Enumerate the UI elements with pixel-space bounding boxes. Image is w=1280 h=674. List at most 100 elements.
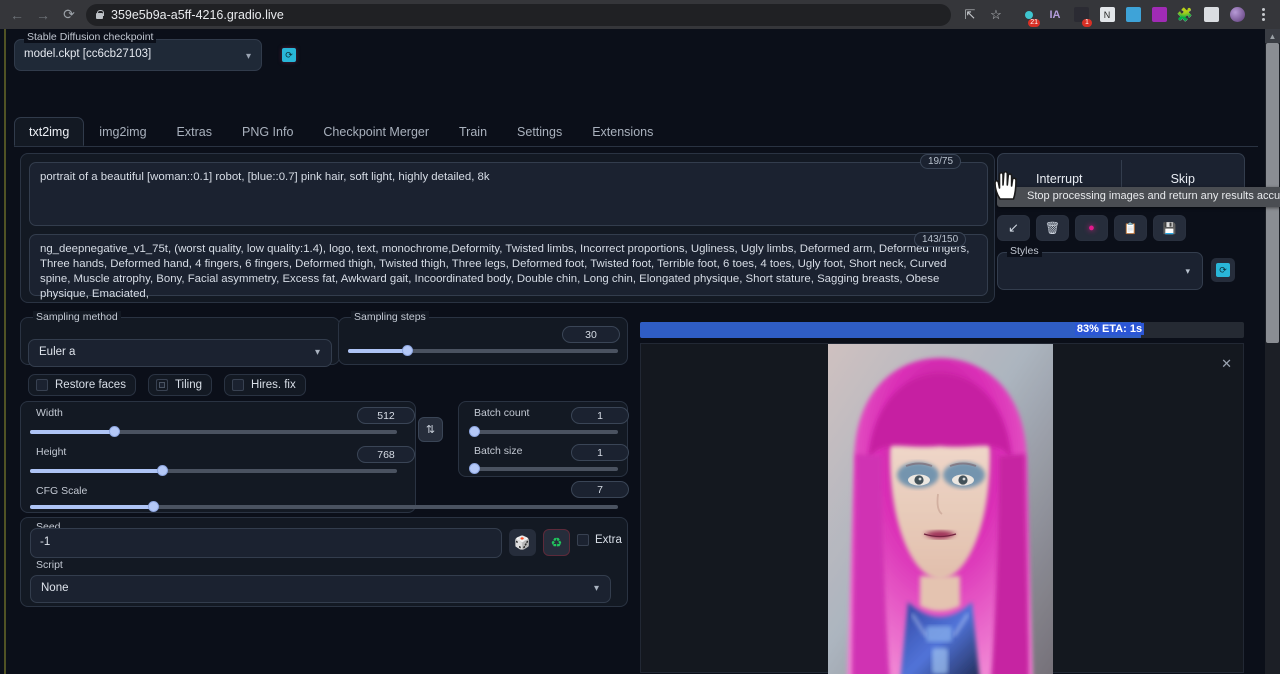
tab-checkpoint-merger[interactable]: Checkpoint Merger — [308, 117, 444, 146]
styles-label: Styles — [1007, 245, 1042, 257]
extra-networks-button[interactable]: ● — [1075, 215, 1108, 241]
checkbox-icon[interactable] — [36, 379, 48, 391]
refresh-icon[interactable]: ⟳ — [282, 48, 296, 62]
tabs-divider — [14, 146, 1258, 147]
extension-panel-icon[interactable] — [1198, 2, 1224, 28]
hires-fix-checkbox[interactable]: Hires. fix — [224, 374, 306, 396]
extension-ia-icon[interactable]: IA — [1042, 2, 1068, 28]
checkbox-icon[interactable] — [577, 534, 589, 546]
reload-icon[interactable]: ⟳ — [56, 2, 82, 28]
refresh-icon: ⟳ — [1216, 263, 1230, 277]
generated-image[interactable] — [828, 344, 1053, 674]
slider-fill — [30, 469, 162, 473]
sampling-steps-slider[interactable] — [348, 349, 618, 353]
negative-token-counter: 143/150 — [914, 232, 966, 247]
apply-style-button[interactable]: 📋 — [1114, 215, 1147, 241]
page-scrollbar[interactable]: ▲ — [1265, 29, 1280, 674]
extension-dark-badge-1-icon[interactable]: 1 — [1068, 2, 1094, 28]
slider-knob[interactable] — [148, 501, 159, 512]
chevron-down-icon[interactable]: ▾ — [246, 51, 251, 62]
browser-toolbar: ← → ⟳ 359e5b9a-a5ff-4216.gradio.live ⇱ ☆… — [0, 0, 1280, 29]
extension-badge-21-icon[interactable]: 21 — [1016, 2, 1042, 28]
tab-png-info[interactable]: PNG Info — [227, 117, 308, 146]
scroll-up-icon[interactable]: ▲ — [1265, 29, 1280, 43]
swap-dimensions-button[interactable]: ⇅ — [418, 417, 443, 442]
share-icon[interactable]: ⇱ — [957, 2, 983, 28]
width-slider[interactable] — [30, 430, 397, 434]
tab-train[interactable]: Train — [444, 117, 502, 146]
extension-purple-book-icon[interactable] — [1146, 2, 1172, 28]
tab-img2img[interactable]: img2img — [84, 117, 161, 146]
batch-size-slider[interactable] — [474, 467, 618, 471]
height-slider[interactable] — [30, 469, 397, 473]
chevron-down-icon[interactable]: ▾ — [594, 583, 599, 594]
reuse-seed-button[interactable]: ♻ — [543, 529, 570, 556]
progress-bar: 83% ETA: 1s — [640, 322, 1244, 338]
script-value: None — [41, 582, 69, 594]
script-dropdown[interactable]: None ▾ — [30, 575, 611, 603]
tab-extensions[interactable]: Extensions — [577, 117, 668, 146]
restore-faces-checkbox[interactable]: Restore faces — [28, 374, 136, 396]
styles-refresh-button[interactable]: ⟳ — [1211, 258, 1235, 282]
webui-page: Stable Diffusion checkpoint model.ckpt [… — [0, 29, 1280, 674]
seed-input[interactable]: -1 — [30, 528, 502, 558]
extension-notion-icon[interactable]: N — [1094, 2, 1120, 28]
puzzle-icon[interactable]: 🧩 — [1172, 2, 1198, 28]
lock-icon — [95, 9, 104, 20]
chevron-down-icon[interactable]: ▾ — [315, 347, 320, 358]
clear-prompt-button[interactable]: 🗑 — [1036, 215, 1069, 241]
extension-image-icon[interactable] — [1120, 2, 1146, 28]
progress-bar-fill — [640, 322, 1141, 338]
page-left-edge-marker — [4, 29, 6, 674]
width-value[interactable]: 512 — [357, 407, 415, 424]
pink-circle-icon: ● — [1088, 222, 1095, 234]
styles-dropdown[interactable]: Styles ▾ — [997, 252, 1203, 290]
avatar[interactable] — [1224, 2, 1250, 28]
back-arrow-icon[interactable]: ← — [4, 2, 30, 28]
checkbox-icon[interactable] — [156, 379, 168, 391]
checkbox-icon[interactable] — [232, 379, 244, 391]
checkpoint-dropdown[interactable]: Stable Diffusion checkpoint model.ckpt [… — [14, 39, 262, 71]
tab-settings[interactable]: Settings — [502, 117, 577, 146]
tab-extras[interactable]: Extras — [162, 117, 227, 146]
slider-knob[interactable] — [157, 465, 168, 476]
progress-bar-text: 83% ETA: 1s — [1075, 323, 1144, 335]
batch-count-value[interactable]: 1 — [571, 407, 629, 424]
extra-label: Extra — [595, 534, 622, 546]
batch-size-value[interactable]: 1 — [571, 444, 629, 461]
sampling-method-dropdown[interactable]: Euler a ▾ — [28, 339, 332, 367]
save-style-button[interactable]: 💾 — [1153, 215, 1186, 241]
star-icon[interactable]: ☆ — [983, 2, 1009, 28]
checkbox-group: Restore faces Tiling Hires. fix — [28, 374, 306, 396]
batch-count-slider[interactable] — [474, 430, 618, 434]
output-panel: 83% ETA: 1s ✕ — [638, 317, 1244, 674]
settings-panel: Sampling method Euler a ▾ Sampling steps… — [20, 317, 628, 607]
slider-knob[interactable] — [469, 426, 480, 437]
floppy-disk-icon: 💾 — [1163, 222, 1177, 235]
slider-knob[interactable] — [109, 426, 120, 437]
slider-knob[interactable] — [469, 463, 480, 474]
read-generation-parameters-button[interactable]: ↙ — [997, 215, 1030, 241]
kebab-menu-icon[interactable] — [1250, 2, 1276, 28]
height-value[interactable]: 768 — [357, 446, 415, 463]
interrupt-tooltip: Stop processing images and return any re… — [997, 187, 1280, 207]
cfg-scale-slider[interactable] — [30, 505, 618, 509]
sampling-steps-value[interactable]: 30 — [562, 326, 620, 343]
slider-knob[interactable] — [402, 345, 413, 356]
positive-prompt-input[interactable]: portrait of a beautiful [woman::0.1] rob… — [29, 162, 988, 226]
slider-fill — [348, 349, 407, 353]
checkpoint-row: Stable Diffusion checkpoint model.ckpt [… — [14, 39, 296, 71]
random-seed-button[interactable]: 🎲 — [509, 529, 536, 556]
clipboard-icon: 📋 — [1124, 222, 1138, 235]
close-icon[interactable]: ✕ — [1221, 356, 1232, 372]
tiling-checkbox[interactable]: Tiling — [148, 374, 212, 396]
cfg-scale-value[interactable]: 7 — [571, 481, 629, 498]
address-bar-url: 359e5b9a-a5ff-4216.gradio.live — [111, 8, 284, 22]
extension-notion-label: N — [1100, 7, 1115, 22]
negative-prompt-input[interactable]: ng_deepnegative_v1_75t, (worst quality, … — [29, 234, 988, 296]
forward-arrow-icon[interactable]: → — [30, 2, 56, 28]
extra-seed-checkbox[interactable]: Extra — [577, 534, 622, 546]
address-bar[interactable]: 359e5b9a-a5ff-4216.gradio.live — [86, 4, 951, 26]
chevron-down-icon[interactable]: ▾ — [1185, 266, 1190, 277]
tab-txt2img[interactable]: txt2img — [14, 117, 84, 146]
